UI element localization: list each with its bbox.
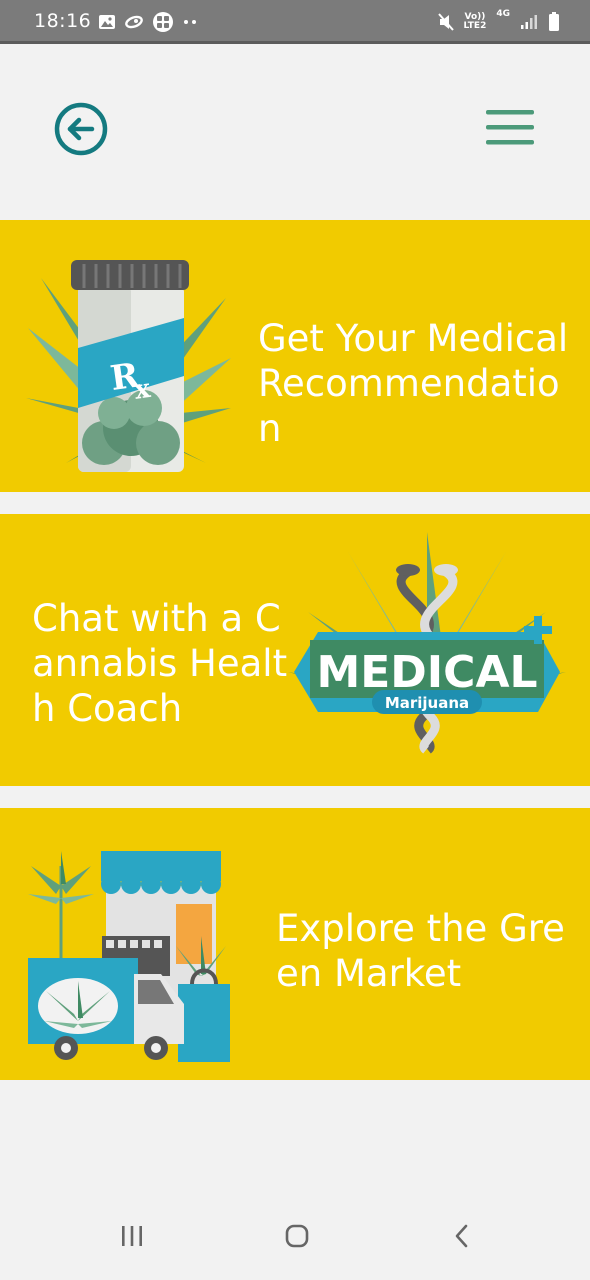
status-bar: 18:16 Vo)) LTE2 4G [0, 0, 590, 44]
rx-pill-bottle-illustration: R x [26, 260, 231, 472]
card-health-coach[interactable]: Chat with a Cannabis Health Coach MEDICA… [0, 514, 590, 786]
status-right-icons: Vo)) LTE2 4G [437, 9, 560, 34]
recent-apps-icon [122, 1226, 142, 1246]
status-left-icons [98, 10, 198, 34]
nav-back-button[interactable] [432, 1214, 492, 1258]
battery-icon [549, 12, 559, 31]
card-green-market[interactable]: Explore the Green Market [0, 808, 590, 1080]
home-icon [285, 1224, 309, 1248]
hamburger-menu-icon [486, 110, 534, 145]
image-icon [99, 15, 115, 29]
medical-marijuana-emblem: MEDICAL Marijuana [288, 532, 566, 754]
card-medical-recommendation[interactable]: R x Get Your Medical Recommendation [0, 220, 590, 492]
more-dots-icon [184, 20, 196, 24]
card-title-medical-recommendation: Get Your Medical Recommendation [258, 317, 569, 450]
market-truck-illustration [28, 851, 230, 1062]
arrow-left-circle-icon [54, 102, 108, 156]
signal-icon [521, 15, 537, 29]
volte-indicator: Vo)) LTE2 [463, 12, 487, 31]
card-title-health-coach: Chat with a Cannabis Health Coach [32, 597, 288, 730]
menu-button[interactable] [482, 106, 538, 150]
back-chevron-icon [455, 1224, 468, 1248]
network-type: 4G [496, 9, 510, 19]
app-header [0, 44, 590, 220]
link-icon [125, 15, 143, 29]
recent-apps-button[interactable] [102, 1214, 162, 1258]
status-time: 18:16 [34, 10, 92, 32]
emblem-subtext: Marijuana [385, 694, 469, 712]
back-button[interactable] [52, 100, 110, 158]
mute-icon [437, 13, 454, 31]
card-title-green-market: Explore the Green Market [276, 907, 565, 995]
app-grid-icon [153, 12, 173, 32]
system-nav-bar [0, 1190, 590, 1280]
home-button[interactable] [267, 1214, 327, 1258]
